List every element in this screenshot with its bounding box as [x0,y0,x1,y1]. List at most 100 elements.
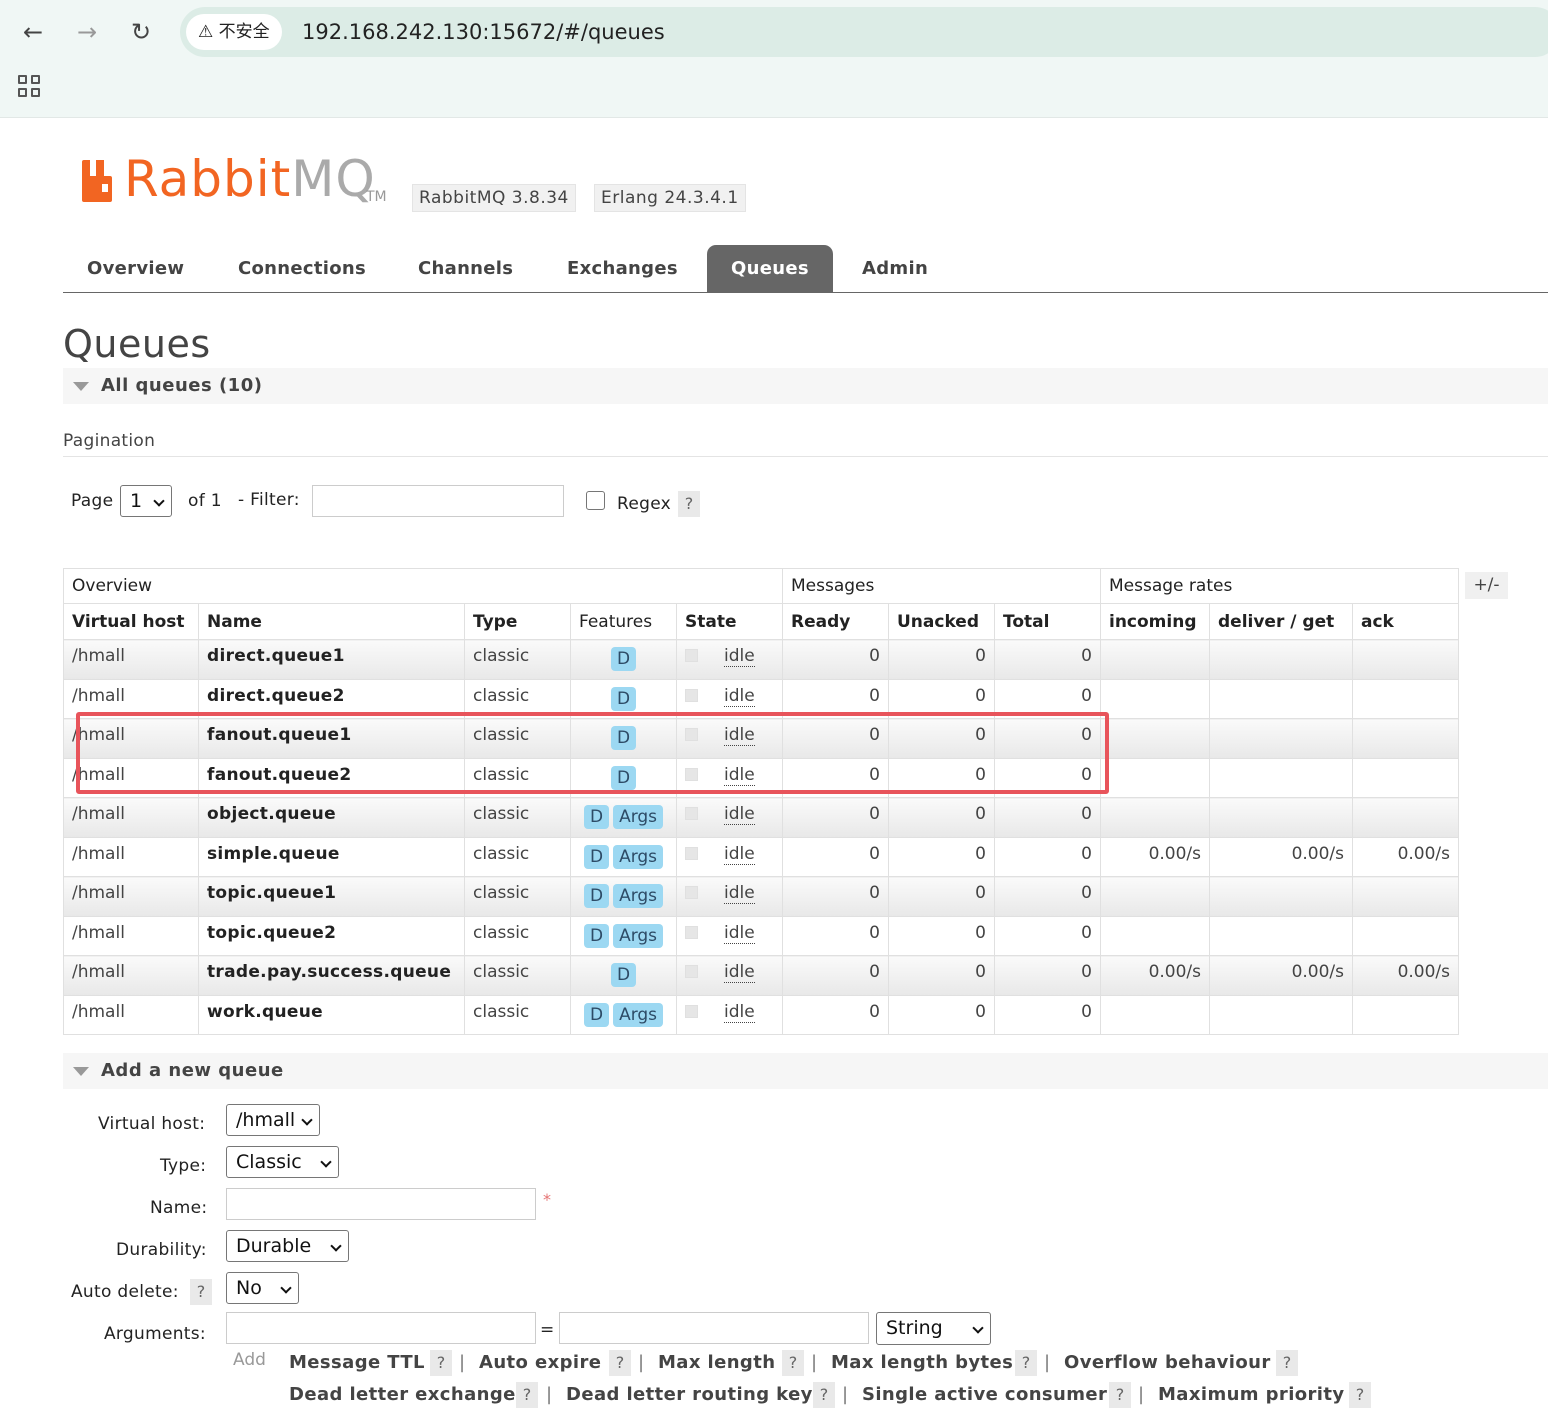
all-queues-toggle[interactable]: All queues (10) [63,368,1548,404]
queue-name-cell[interactable]: fanout.queue1 [198,718,465,759]
address-bar[interactable]: ⚠ 不安全 192.168.242.130:15672/#/queues [180,7,1548,57]
apps-grid-icon[interactable] [18,75,42,99]
state-indicator-icon [685,767,698,781]
arg-message-ttl-link[interactable]: Message TTL [289,1352,425,1373]
url-text[interactable]: 192.168.242.130:15672/#/queues [302,7,665,57]
tab-connections[interactable]: Connections [214,245,390,293]
type-cell: classic [464,639,571,680]
col-type[interactable]: Type [464,603,571,640]
table-column-header: Virtual host Name Type Features State Re… [63,603,1459,640]
regex-help-icon[interactable]: ? [678,491,700,517]
durable-badge: D [610,647,637,671]
queue-name-cell[interactable]: topic.queue1 [198,876,465,917]
tab-exchanges[interactable]: Exchanges [543,245,702,293]
deliver-get-rate-cell [1209,639,1353,680]
chevron-down-icon [280,1282,292,1294]
tab-channels[interactable]: Channels [394,245,537,293]
type-cell: classic [464,876,571,917]
features-cell: D [570,955,677,996]
durable-badge: D [583,805,610,829]
arg-dead-letter-exchange-link[interactable]: Dead letter exchange [289,1384,516,1405]
auto-expire-help-icon[interactable]: ? [609,1350,631,1376]
ack-rate-cell [1352,876,1459,917]
max-length-help-icon[interactable]: ? [782,1350,804,1376]
queue-name-input[interactable] [226,1188,536,1220]
column-toggle-button[interactable]: +/- [1465,572,1508,599]
vhost-cell: /hmall [63,757,199,798]
argument-key-input[interactable] [226,1312,536,1344]
queue-name-cell[interactable]: topic.queue2 [198,915,465,956]
table-row[interactable]: /hmall fanout.queue2 classic Didle 0 0 0 [63,757,1459,798]
page-select[interactable]: 1 [120,485,172,517]
filter-input[interactable] [312,485,564,517]
chevron-down-icon [153,495,165,507]
auto-delete-help-icon[interactable]: ? [190,1279,212,1305]
type-select[interactable]: Classic [226,1146,339,1178]
table-row[interactable]: /hmall direct.queue2 classic Didle 0 0 0 [63,678,1459,719]
table-row[interactable]: /hmall direct.queue1 classic Didle 0 0 0 [63,639,1459,680]
table-row[interactable]: /hmall topic.queue2 classic D Args idle 0 0 0 [63,915,1459,956]
message-ttl-help-icon[interactable]: ? [430,1350,452,1376]
arg-dead-letter-routing-key-link[interactable]: Dead letter routing key [566,1384,813,1405]
type-cell: classic [464,915,571,956]
queue-name-cell[interactable]: simple.queue [198,836,465,877]
unacked-cell: 0 [888,836,995,877]
queue-name-cell[interactable]: trade.pay.success.queue [198,955,465,996]
maximum-priority-help-icon[interactable]: ? [1349,1382,1371,1408]
queue-name-cell[interactable]: work.queue [198,994,465,1035]
regex-checkbox[interactable] [586,491,605,510]
col-incoming[interactable]: incoming [1100,603,1210,640]
chevron-down-icon [330,1240,342,1252]
durability-select[interactable]: Durable [226,1230,349,1262]
table-row[interactable]: /hmall work.queue classic D Args idle 0 0 0 [63,994,1459,1035]
queue-name-cell[interactable]: fanout.queue2 [198,757,465,798]
col-name[interactable]: Name [198,603,465,640]
arg-max-length-link[interactable]: Max length [658,1352,775,1373]
col-unacked[interactable]: Unacked [888,603,995,640]
max-length-bytes-help-icon[interactable]: ? [1015,1350,1037,1376]
type-cell: classic [464,955,571,996]
queue-name-cell[interactable]: direct.queue2 [198,678,465,719]
tab-admin[interactable]: Admin [838,245,952,293]
overflow-behaviour-help-icon[interactable]: ? [1276,1350,1298,1376]
arg-auto-expire-link[interactable]: Auto expire [479,1352,601,1373]
add-queue-toggle[interactable]: Add a new queue [63,1053,1548,1089]
col-total[interactable]: Total [994,603,1101,640]
state-cell: idle [676,757,783,798]
auto-delete-select[interactable]: No [226,1272,299,1304]
table-row[interactable]: /hmall simple.queue classic D Args idle 0 0 0 0.0… [63,836,1459,877]
argument-type-select[interactable]: String [876,1312,991,1345]
table-row[interactable]: /hmall topic.queue1 classic D Args idle 0 0 0 [63,876,1459,917]
table-row[interactable]: /hmall trade.pay.success.queue classic Didl… [63,955,1459,996]
arg-max-length-bytes-link[interactable]: Max length bytes [831,1352,1013,1373]
table-row[interactable]: /hmall fanout.queue1 classic Didle 0 0 0 [63,718,1459,759]
security-chip[interactable]: ⚠ 不安全 [186,14,282,50]
reload-icon[interactable]: ↻ [123,14,159,50]
tab-overview[interactable]: Overview [63,245,208,293]
unacked-cell: 0 [888,955,995,996]
vhost-select[interactable]: /hmall [226,1104,320,1136]
total-cell: 0 [994,797,1101,838]
single-active-consumer-help-icon[interactable]: ? [1109,1382,1131,1408]
table-row[interactable]: /hmall object.queue classic D Args idle 0 0 0 [63,797,1459,838]
queue-name-cell[interactable]: direct.queue1 [198,639,465,680]
col-virtual-host[interactable]: Virtual host [63,603,199,640]
durability-label: Durability: [116,1240,207,1260]
name-label: Name: [150,1198,208,1218]
queue-name-cell[interactable]: object.queue [198,797,465,838]
tab-queues[interactable]: Queues [707,245,833,293]
back-arrow-icon[interactable]: ← [15,14,51,50]
col-ready[interactable]: Ready [782,603,889,640]
arg-overflow-behaviour-link[interactable]: Overflow behaviour [1064,1352,1271,1373]
arg-single-active-consumer-link[interactable]: Single active consumer [862,1384,1107,1405]
dead-letter-exchange-help-icon[interactable]: ? [516,1382,538,1408]
col-deliver-get[interactable]: deliver / get [1209,603,1353,640]
arg-maximum-priority-link[interactable]: Maximum priority [1158,1384,1345,1405]
col-state[interactable]: State [676,603,783,640]
state-indicator-icon [685,728,698,741]
col-ack[interactable]: ack [1352,603,1459,640]
forward-arrow-icon[interactable]: → [69,14,105,50]
dead-letter-routing-key-help-icon[interactable]: ? [813,1382,835,1408]
argument-value-input[interactable] [559,1312,869,1344]
durable-badge: D [583,1002,610,1027]
